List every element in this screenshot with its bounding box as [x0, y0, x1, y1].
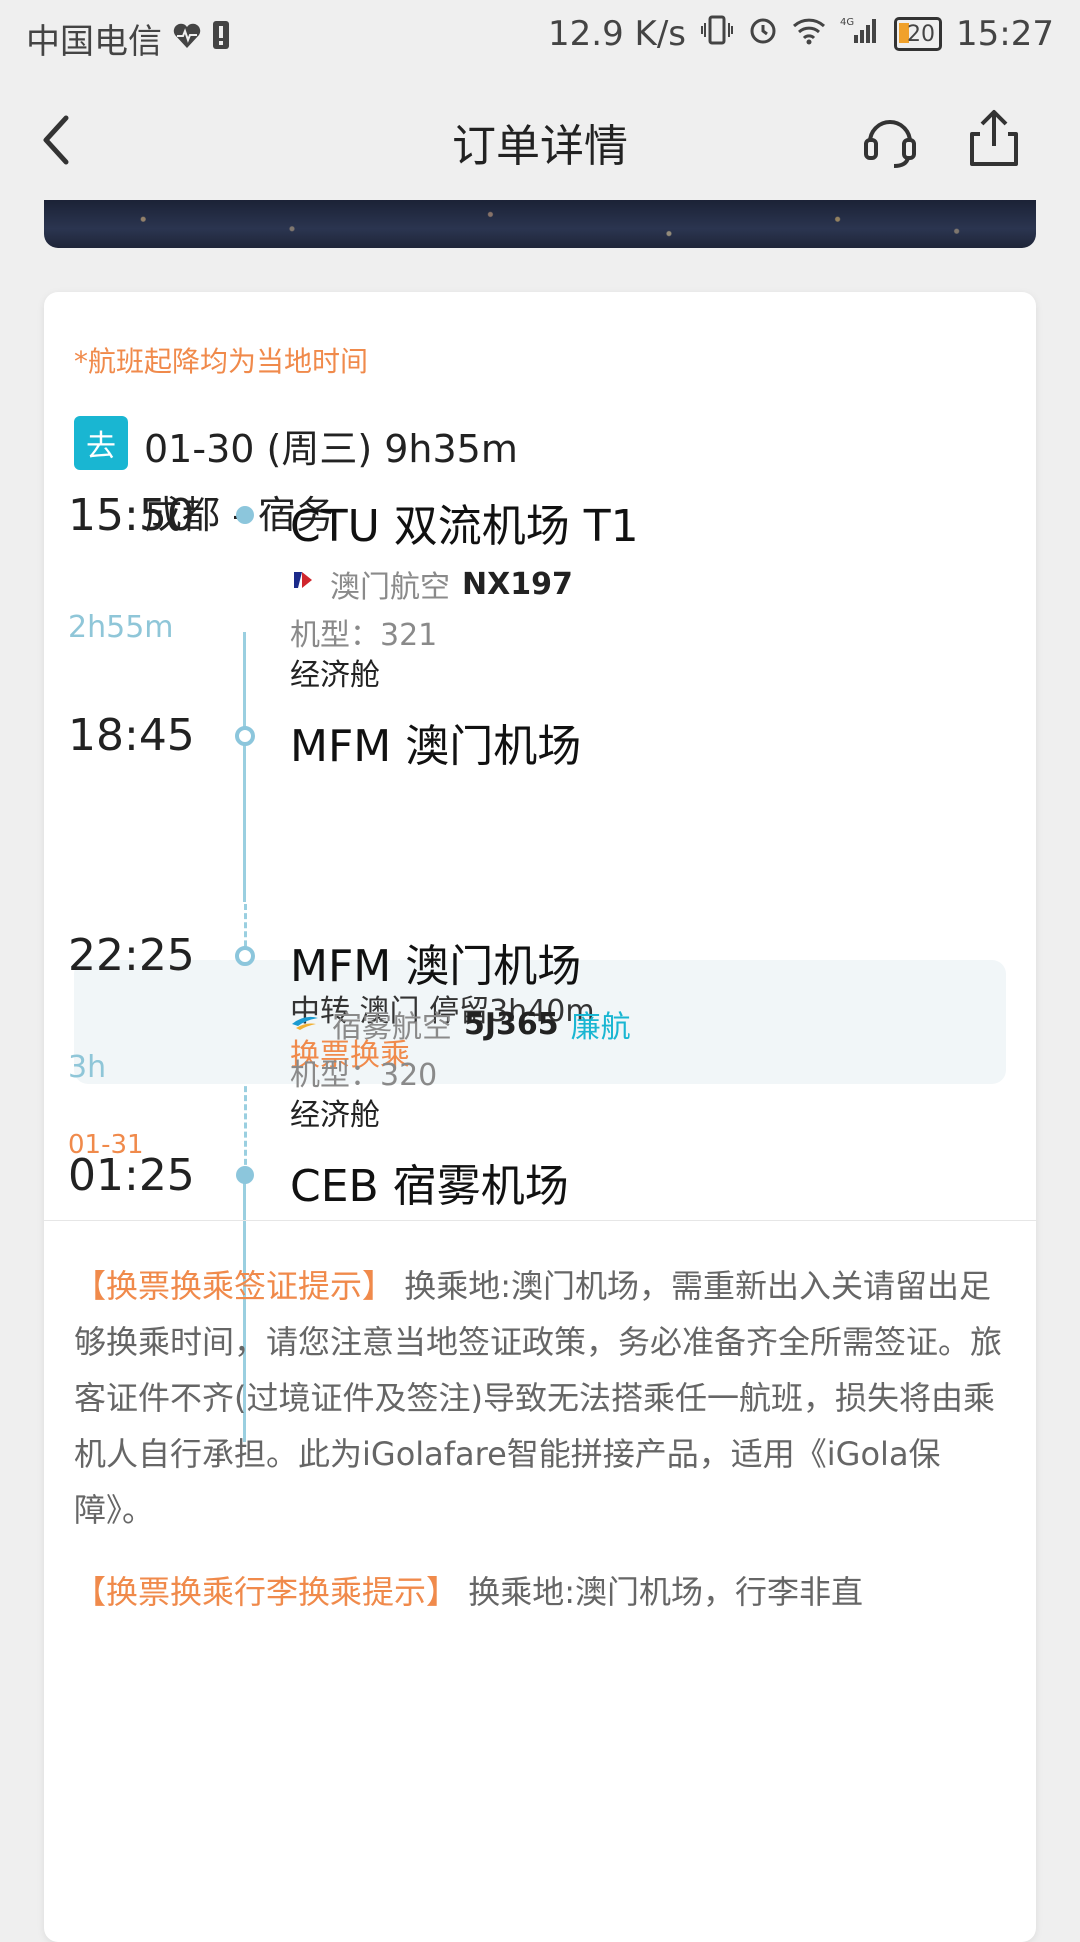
visa-tip-title: 【换票换乘签证提示】 — [74, 1267, 395, 1305]
destination-banner-image — [44, 200, 1036, 248]
flight-number: NX197 — [462, 566, 573, 602]
cebu-pacific-logo-icon — [290, 1007, 320, 1042]
timeline-dot — [235, 726, 255, 746]
airline-name: 澳门航空 — [330, 570, 450, 605]
arrival-time: 01:25 — [68, 1150, 195, 1201]
customer-service-button[interactable] — [860, 110, 920, 170]
vibrate-icon — [700, 14, 734, 54]
timeline-dot — [236, 1166, 254, 1184]
status-bar: 中国电信 12.9 K/s 4G 20 15:27 — [0, 0, 1080, 74]
flight-duration: 2h55m — [68, 610, 174, 645]
timeline-dot — [236, 506, 254, 524]
timeline-line — [243, 632, 246, 902]
transfer-tips: 【换票换乘签证提示】 换乘地:澳门机场，需重新出入关请留出足够换乘时间，请您注意… — [74, 1258, 1006, 1646]
departure-airport: MFM 澳门机场 — [290, 941, 582, 992]
airline-info: 澳门航空 NX197 — [290, 562, 573, 606]
trip-date-duration: 01-30 (周三) 9h35m — [144, 427, 518, 471]
outbound-badge: 去 — [74, 416, 128, 470]
heart-rate-icon — [172, 19, 202, 59]
cabin-class: 经济舱 — [290, 658, 380, 693]
visa-tip: 【换票换乘签证提示】 换乘地:澳门机场，需重新出入关请留出足够换乘时间，请您注意… — [74, 1258, 1006, 1538]
baggage-tip-title: 【换票换乘行李换乘提示】 — [74, 1573, 459, 1611]
baggage-tip: 【换票换乘行李换乘提示】 换乘地:澳门机场，行李非直 — [74, 1564, 1006, 1620]
timeline-dot — [235, 946, 255, 966]
baggage-tip-text: 换乘地:澳门机场，行李非直 — [458, 1573, 863, 1611]
battery-icon: 20 — [894, 17, 943, 51]
battery-level: 20 — [907, 21, 936, 47]
flight-duration: 3h — [68, 1050, 107, 1085]
airline-info: 宿雾航空 5J365 廉航 — [290, 1002, 631, 1046]
departure-time: 15:50 — [68, 490, 195, 541]
share-button[interactable] — [964, 108, 1024, 170]
svg-text:4G: 4G — [840, 17, 854, 28]
cabin-class: 经济舱 — [290, 1098, 380, 1133]
arrival-time: 18:45 — [68, 710, 195, 761]
local-time-note: *航班起降均为当地时间 — [74, 345, 369, 378]
carrier-label: 中国电信 — [26, 22, 162, 62]
network-speed: 12.9 K/s — [548, 14, 687, 54]
itinerary-card: *航班起降均为当地时间 去 01-30 (周三) 9h35m 成都 - 宿务 1… — [44, 292, 1036, 1942]
low-cost-carrier-label: 廉航 — [570, 1010, 631, 1045]
section-divider — [44, 1220, 1036, 1221]
wifi-icon — [792, 14, 826, 54]
visa-tip-text: 换乘地:澳门机场，需重新出入关请留出足够换乘时间，请您注意当地签证政策，务必准备… — [74, 1267, 1003, 1529]
alarm-icon — [748, 14, 778, 54]
departure-time: 22:25 — [68, 930, 195, 981]
aircraft-type: 机型：320 — [290, 1058, 438, 1093]
aircraft-type: 机型：321 — [290, 618, 438, 653]
arrival-airport: MFM 澳门机场 — [290, 721, 582, 772]
headset-icon — [864, 120, 916, 168]
signal-icon: 4G — [840, 14, 880, 54]
airline-name: 宿雾航空 — [332, 1010, 452, 1045]
share-icon — [970, 110, 1018, 166]
notification-icon — [212, 19, 230, 59]
arrival-airport: CEB 宿雾机场 — [290, 1161, 569, 1212]
clock: 15:27 — [956, 14, 1054, 54]
macau-airlines-logo-icon — [290, 566, 318, 602]
flight-number: 5J365 — [464, 1006, 559, 1042]
app-header: 订单详情 — [0, 74, 1080, 206]
departure-airport: CTU 双流机场 T1 — [290, 501, 639, 552]
